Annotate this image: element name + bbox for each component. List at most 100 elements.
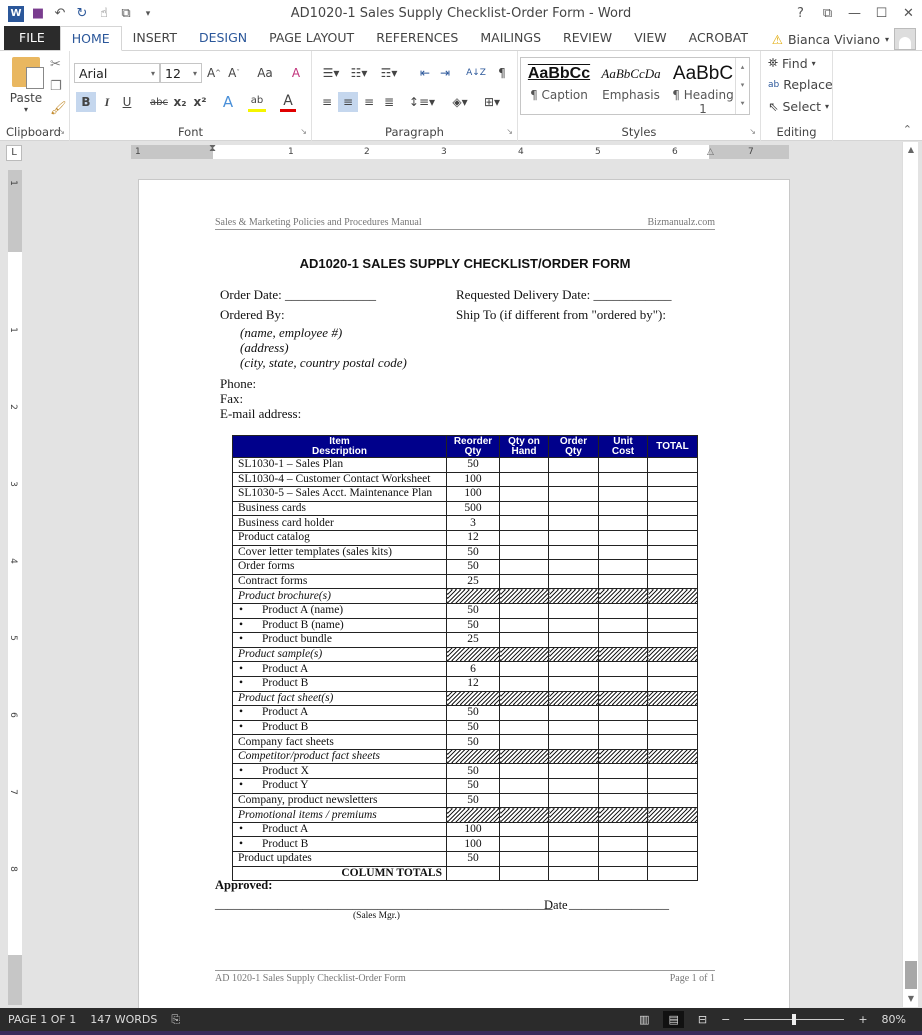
minimize-button[interactable]: — <box>841 6 868 21</box>
total-cell[interactable] <box>647 792 698 809</box>
qty-on-hand-cell[interactable] <box>499 646 549 663</box>
bullets-button[interactable]: ☰▾ <box>318 63 344 83</box>
zoom-slider-handle[interactable] <box>792 1014 797 1025</box>
tab-references[interactable]: REFERENCES <box>365 26 469 50</box>
unit-cost-cell[interactable] <box>598 719 648 736</box>
tab-page-layout[interactable]: PAGE LAYOUT <box>258 26 365 50</box>
total-cell[interactable] <box>647 559 698 575</box>
scroll-up-icon[interactable]: ▲ <box>903 142 919 158</box>
total-cell[interactable] <box>647 646 698 663</box>
tab-mailings[interactable]: MAILINGS <box>469 26 552 50</box>
tab-insert[interactable]: INSERT <box>122 26 188 50</box>
order-qty-cell[interactable] <box>548 617 599 634</box>
total-cell[interactable] <box>647 675 698 692</box>
total-cell[interactable] <box>647 529 698 546</box>
tab-design[interactable]: DESIGN <box>188 26 258 50</box>
order-qty-cell[interactable] <box>548 865 599 882</box>
qty-on-hand-cell[interactable] <box>499 851 549 867</box>
order-qty-cell[interactable] <box>548 792 599 809</box>
unit-cost-cell[interactable] <box>598 500 648 517</box>
multilevel-list-button[interactable]: ☶▾ <box>376 63 402 83</box>
order-qty-cell[interactable] <box>548 748 599 765</box>
unit-cost-cell[interactable] <box>598 486 648 502</box>
style-heading-1[interactable]: AaBbC ¶ Heading 1 <box>667 58 739 116</box>
maximize-button[interactable]: ☐ <box>868 6 895 21</box>
order-qty-cell[interactable] <box>548 602 599 619</box>
copy-icon[interactable]: ❐ <box>50 79 62 94</box>
word-app-icon[interactable]: W <box>8 5 24 22</box>
unit-cost-cell[interactable] <box>598 705 648 721</box>
total-cell[interactable] <box>647 807 698 823</box>
qty-on-hand-cell[interactable] <box>499 602 549 619</box>
total-cell[interactable] <box>647 865 698 882</box>
order-qty-cell[interactable] <box>548 500 599 517</box>
borders-button[interactable]: ⊞▾ <box>478 92 506 112</box>
scroll-down-icon[interactable]: ▼ <box>903 991 919 1007</box>
qty-on-hand-cell[interactable] <box>499 573 549 590</box>
unit-cost-cell[interactable] <box>598 792 648 809</box>
unit-cost-cell[interactable] <box>598 602 648 619</box>
unit-cost-cell[interactable] <box>598 675 648 692</box>
italic-button[interactable]: I <box>98 92 116 112</box>
tab-selector[interactable]: L <box>6 145 22 161</box>
highlight-button[interactable]: ab <box>248 92 266 112</box>
collapse-ribbon-icon[interactable]: ⌃ <box>903 123 912 136</box>
qty-on-hand-cell[interactable] <box>499 457 549 473</box>
qty-on-hand-cell[interactable] <box>499 617 549 634</box>
unit-cost-cell[interactable] <box>598 617 648 634</box>
order-qty-cell[interactable] <box>548 690 599 707</box>
tab-review[interactable]: REVIEW <box>552 26 623 50</box>
font-launcher-icon[interactable]: ↘ <box>300 127 307 136</box>
unit-cost-cell[interactable] <box>598 734 648 750</box>
qty-on-hand-cell[interactable] <box>499 719 549 736</box>
total-cell[interactable] <box>647 836 698 853</box>
total-cell[interactable] <box>647 690 698 707</box>
order-qty-cell[interactable] <box>548 544 599 561</box>
font-name-select[interactable]: Arial ▾ <box>74 63 160 83</box>
text-effects-button[interactable]: A <box>220 92 236 112</box>
qty-on-hand-cell[interactable] <box>499 544 549 561</box>
print-layout-icon[interactable]: ▤ <box>663 1011 684 1028</box>
total-cell[interactable] <box>647 471 698 488</box>
qty-on-hand-cell[interactable] <box>499 675 549 692</box>
increase-indent-button[interactable]: ⇥ <box>436 63 454 83</box>
cut-icon[interactable]: ✂ <box>50 57 61 72</box>
close-button[interactable]: ✕ <box>895 6 922 21</box>
total-cell[interactable] <box>647 748 698 765</box>
grow-font-button[interactable]: A ^ <box>206 63 222 83</box>
order-qty-cell[interactable] <box>548 807 599 823</box>
total-cell[interactable] <box>647 573 698 590</box>
change-case-button[interactable]: Aa <box>252 63 278 83</box>
undo-icon[interactable]: ↶ <box>52 6 68 22</box>
total-cell[interactable] <box>647 515 698 531</box>
qty-on-hand-cell[interactable] <box>499 792 549 809</box>
save-icon[interactable]: ■ <box>30 6 46 22</box>
unit-cost-cell[interactable] <box>598 515 648 531</box>
shrink-font-button[interactable]: Aˇ <box>226 63 242 83</box>
order-qty-cell[interactable] <box>548 486 599 502</box>
show-marks-button[interactable]: ¶ <box>494 63 510 83</box>
zoom-level[interactable]: 80% <box>882 1013 906 1026</box>
order-qty-cell[interactable] <box>548 719 599 736</box>
qty-on-hand-cell[interactable] <box>499 515 549 531</box>
line-spacing-button[interactable]: ↕≡▾ <box>408 92 436 112</box>
format-painter-icon[interactable]: 🖌 <box>50 101 67 116</box>
unit-cost-cell[interactable] <box>598 471 648 488</box>
order-qty-cell[interactable] <box>548 778 599 794</box>
qty-on-hand-cell[interactable] <box>499 865 549 882</box>
order-qty-cell[interactable] <box>548 821 599 838</box>
total-cell[interactable] <box>647 661 698 677</box>
vertical-scrollbar[interactable]: ▲ ▼ <box>902 142 918 1007</box>
align-left-button[interactable]: ≡ <box>318 92 336 112</box>
order-qty-cell[interactable] <box>548 851 599 867</box>
qty-on-hand-cell[interactable] <box>499 588 549 604</box>
order-qty-cell[interactable] <box>548 457 599 473</box>
indent-marker[interactable]: ⧗ <box>209 143 216 154</box>
redo-icon[interactable]: ↻ <box>74 6 90 22</box>
total-cell[interactable] <box>647 617 698 634</box>
unit-cost-cell[interactable] <box>598 661 648 677</box>
qty-on-hand-cell[interactable] <box>499 807 549 823</box>
order-qty-cell[interactable] <box>548 471 599 488</box>
total-cell[interactable] <box>647 486 698 502</box>
qty-on-hand-cell[interactable] <box>499 632 549 648</box>
